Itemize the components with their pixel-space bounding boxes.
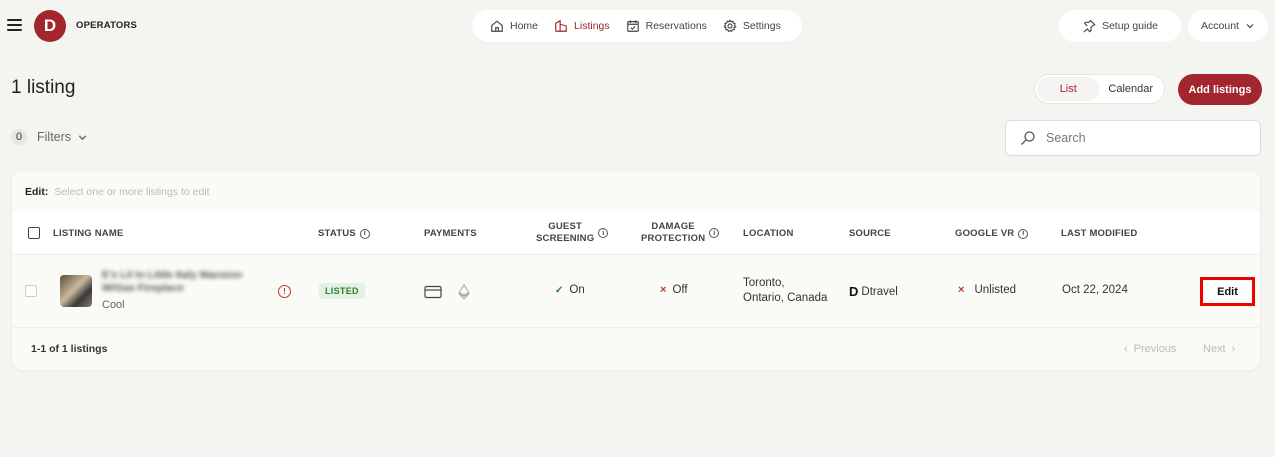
pagination-count: 1-1 of 1 listings: [31, 343, 108, 355]
status-badge: LISTED: [319, 283, 365, 299]
chevron-right-icon: ›: [1231, 343, 1236, 355]
payments-cell: [424, 284, 470, 300]
view-calendar-option[interactable]: Calendar: [1100, 77, 1163, 101]
filters-button[interactable]: Filters: [37, 130, 88, 144]
search-input[interactable]: [1046, 131, 1246, 145]
info-icon[interactable]: i: [359, 228, 370, 239]
check-icon: ✓: [555, 284, 564, 296]
damage-protection-cell: × Off: [660, 284, 688, 296]
listing-subname: Cool: [102, 299, 125, 311]
dtravel-logo-icon: D: [849, 284, 859, 299]
menu-icon[interactable]: [7, 19, 22, 31]
nav-settings[interactable]: Settings: [715, 10, 789, 42]
info-icon[interactable]: i: [1018, 228, 1029, 239]
previous-page-button[interactable]: ‹ Previous: [1124, 343, 1176, 355]
select-all-checkbox[interactable]: [28, 227, 40, 239]
column-google-vr[interactable]: GOOGLE VR i: [955, 228, 1029, 239]
chevron-down-icon: [78, 134, 87, 140]
info-icon[interactable]: i: [709, 228, 720, 238]
column-damage-protection[interactable]: DAMAGE PROTECTION i: [641, 221, 720, 245]
column-source[interactable]: SOURCE: [849, 228, 891, 239]
x-icon: ×: [958, 284, 965, 296]
row-checkbox[interactable]: [25, 285, 37, 297]
account-label: Account: [1201, 20, 1239, 32]
view-list-option[interactable]: List: [1037, 77, 1100, 101]
chevron-left-icon: ‹: [1124, 343, 1128, 355]
bulk-edit-hint: Select one or more listings to edit: [54, 185, 210, 198]
listing-thumbnail: [60, 275, 92, 307]
nav-settings-label: Settings: [742, 20, 781, 32]
column-last-modified[interactable]: LAST MODIFIED: [1061, 228, 1138, 239]
home-icon: [491, 20, 503, 32]
view-toggle: List Calendar: [1034, 74, 1165, 104]
filters-label: Filters: [37, 130, 72, 144]
column-location[interactable]: LOCATION: [743, 228, 794, 239]
page-title: 1 listing: [11, 77, 76, 98]
filter-count-badge: 0: [11, 129, 27, 145]
nav-home[interactable]: Home: [482, 10, 546, 42]
nav-reservations[interactable]: Reservations: [618, 10, 715, 42]
listings-table-card: Edit: Select one or more listings to edi…: [12, 171, 1260, 370]
nav-home-label: Home: [510, 20, 539, 32]
setup-guide-button[interactable]: Setup guide: [1059, 10, 1181, 42]
gear-icon: [723, 19, 737, 33]
info-icon[interactable]: i: [598, 228, 609, 238]
guest-screening-cell: ✓ On: [555, 284, 585, 296]
source-cell: D Dtravel: [849, 284, 898, 299]
table-row[interactable]: E's Lil In Little Italy Mansion W/Gas Fi…: [12, 255, 1260, 328]
bulk-edit-bar: Edit: Select one or more listings to edi…: [12, 171, 1260, 212]
column-listing-name[interactable]: LISTING NAME: [53, 228, 123, 239]
column-status[interactable]: STATUS i: [318, 228, 370, 239]
pin-icon: [1083, 19, 1096, 33]
add-listings-button[interactable]: Add listings: [1178, 74, 1262, 105]
nav-listings-label: Listings: [574, 20, 610, 32]
table-footer: 1-1 of 1 listings ‹ Previous Next ›: [12, 328, 1260, 370]
ethereum-icon: [458, 284, 470, 300]
brand-logo[interactable]: D: [34, 10, 66, 42]
nav-reservations-label: Reservations: [645, 20, 707, 32]
credit-card-icon: [424, 285, 442, 299]
x-icon: ×: [660, 284, 667, 296]
setup-guide-label: Setup guide: [1101, 20, 1159, 32]
listing-name[interactable]: E's Lil In Little Italy Mansion W/Gas Fi…: [102, 269, 242, 295]
google-vr-cell: × Unlisted: [958, 284, 1016, 296]
edit-listing-button[interactable]: Edit: [1200, 277, 1255, 306]
bulk-edit-label: Edit:: [25, 185, 49, 198]
brand-name: OPERATORS: [76, 20, 138, 31]
nav-listings[interactable]: Listings: [546, 10, 618, 42]
top-navigation: Home Listings Reservations Settings: [472, 10, 802, 42]
column-guest-screening[interactable]: GUEST SCREENING i: [536, 221, 609, 245]
listings-icon: [555, 19, 567, 32]
account-menu[interactable]: Account: [1188, 10, 1268, 42]
column-payments[interactable]: PAYMENTS: [424, 228, 477, 239]
next-page-button[interactable]: Next ›: [1203, 343, 1235, 355]
last-modified-cell: Oct 22, 2024: [1062, 284, 1128, 296]
calendar-check-icon: [626, 20, 639, 32]
search-box: [1005, 120, 1261, 156]
search-icon: [1021, 131, 1035, 145]
warning-icon[interactable]: !: [278, 285, 291, 298]
chevron-down-icon: [1246, 24, 1254, 29]
location-cell: Toronto, Ontario, Canada: [743, 277, 828, 304]
table-header: LISTING NAME STATUS i PAYMENTS GUEST SCREE…: [12, 212, 1260, 255]
